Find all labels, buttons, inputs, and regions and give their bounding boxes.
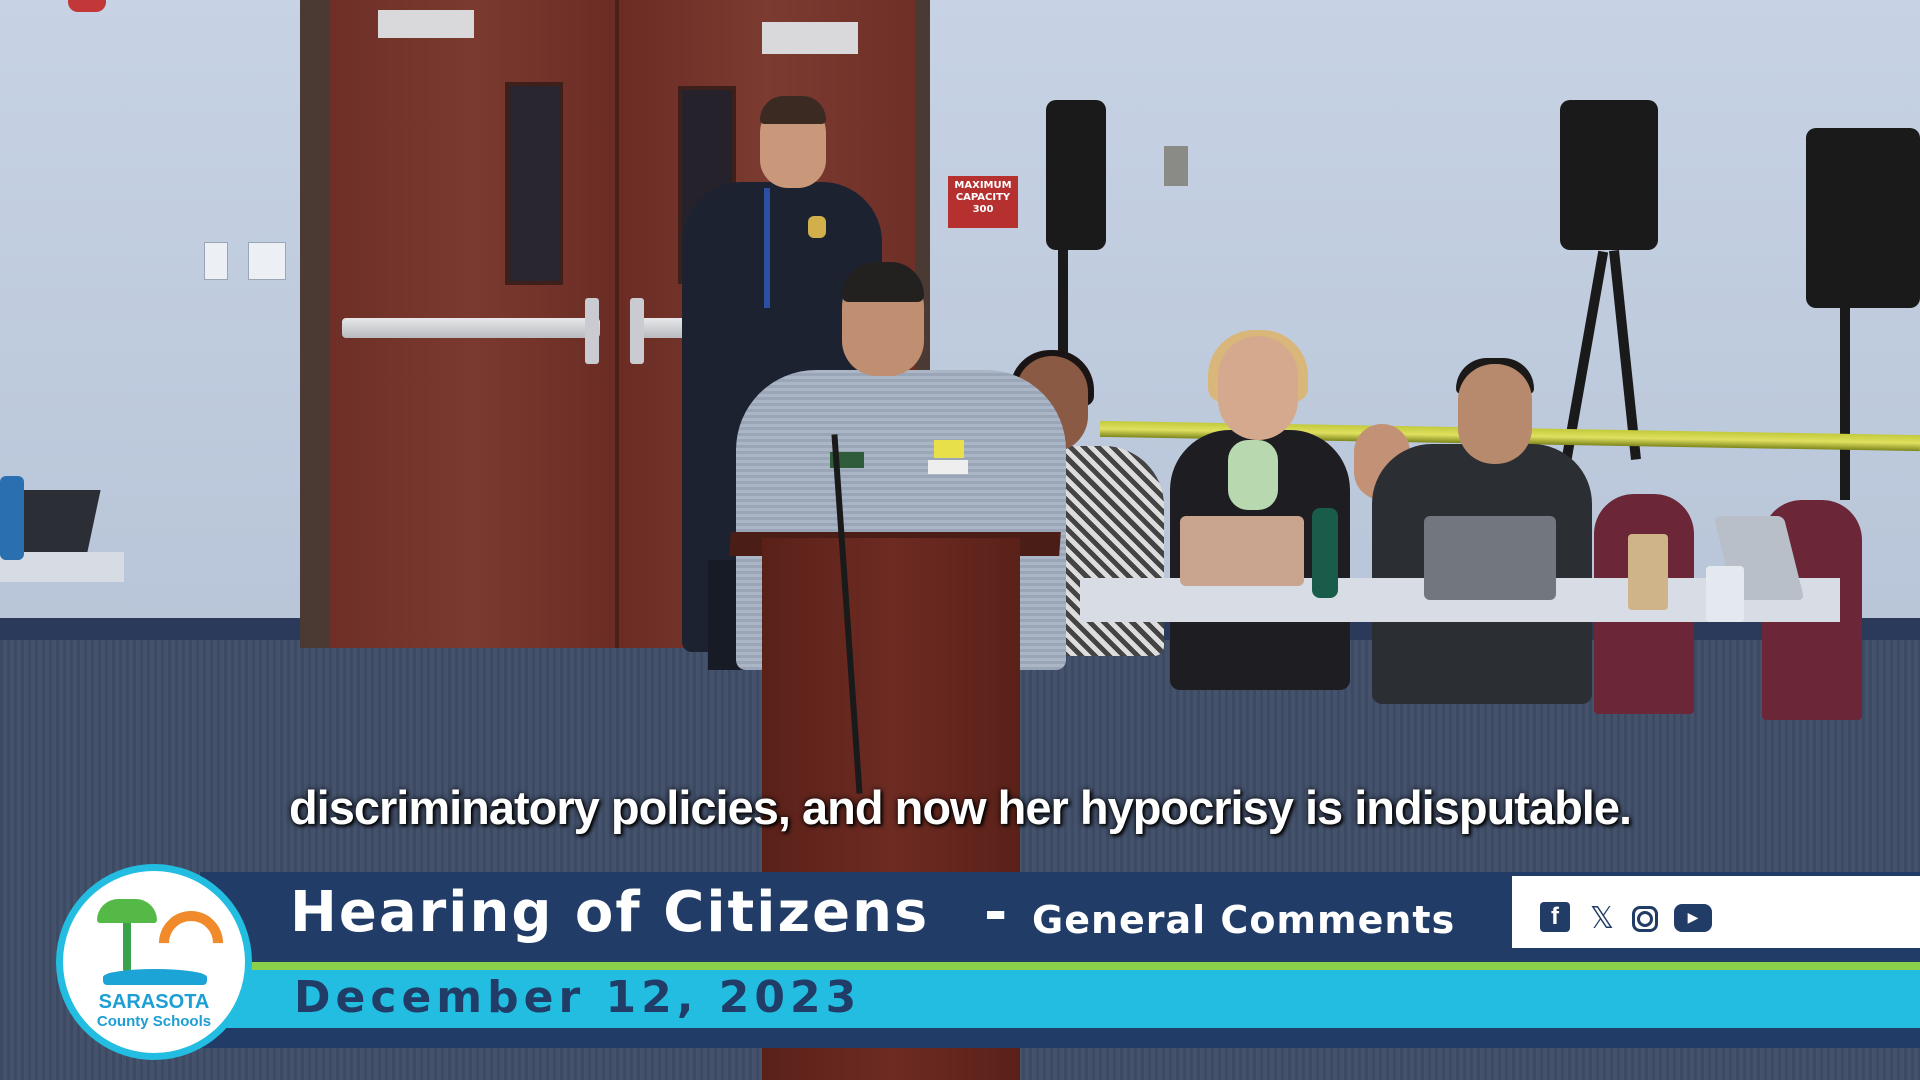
facebook-icon: f bbox=[1540, 902, 1570, 932]
book-icon bbox=[103, 969, 207, 985]
camera-center bbox=[1560, 100, 1658, 250]
door-window-left bbox=[505, 82, 563, 285]
officer-hair bbox=[760, 96, 826, 124]
seated-person-3-head bbox=[1458, 364, 1532, 464]
program-title: Hearing of Citizens bbox=[290, 880, 930, 945]
laptop bbox=[1424, 516, 1556, 600]
speaker-sticker bbox=[928, 460, 968, 474]
logo-subtitle: County Schools bbox=[96, 1013, 212, 1030]
door-latch-right bbox=[630, 298, 644, 364]
subtitle-caption: discriminatory policies, and now her hyp… bbox=[288, 781, 1632, 834]
door-closer-right bbox=[762, 22, 858, 54]
side-water-bottle bbox=[0, 476, 24, 560]
water-bottle bbox=[1312, 508, 1338, 598]
door-closer-left bbox=[378, 10, 474, 38]
speaker-sticker bbox=[934, 440, 964, 458]
program-subtitle: General Comments bbox=[1032, 898, 1456, 942]
officer-badge bbox=[808, 216, 826, 238]
alarm-light bbox=[68, 0, 106, 12]
push-bar-left bbox=[342, 318, 600, 338]
thermostat bbox=[1164, 146, 1188, 186]
light-switch bbox=[204, 242, 228, 280]
title-separator: - bbox=[984, 880, 1008, 945]
light-switch-double bbox=[248, 242, 286, 280]
iced-drink-cup bbox=[1628, 534, 1668, 610]
palm-leaf-icon bbox=[97, 899, 157, 923]
laptop bbox=[1180, 516, 1304, 586]
lower-third-stripe bbox=[200, 962, 1920, 970]
door-latch-left bbox=[585, 298, 599, 364]
camera-right bbox=[1806, 128, 1920, 308]
camera-left bbox=[1046, 100, 1106, 250]
x-icon: 𝕏 bbox=[1589, 900, 1615, 936]
capacity-sign: MAXIMUM CAPACITY 300 bbox=[948, 176, 1018, 228]
plastic-cup bbox=[1706, 566, 1744, 622]
officer-lanyard bbox=[764, 188, 770, 308]
logo-name: SARASOTA bbox=[98, 991, 210, 1013]
sarasota-county-schools-logo: SARASOTA County Schools bbox=[56, 864, 252, 1060]
lower-third-bottom-bar bbox=[200, 1028, 1920, 1048]
meeting-date: December 12, 2023 bbox=[294, 972, 862, 1023]
instagram-icon bbox=[1632, 906, 1658, 932]
camera-right-stand bbox=[1840, 300, 1850, 500]
seated-person-2-head bbox=[1218, 336, 1298, 440]
social-icons-panel bbox=[1512, 876, 1920, 948]
scarf bbox=[1228, 440, 1278, 510]
youtube-icon: ▶ bbox=[1674, 904, 1712, 932]
